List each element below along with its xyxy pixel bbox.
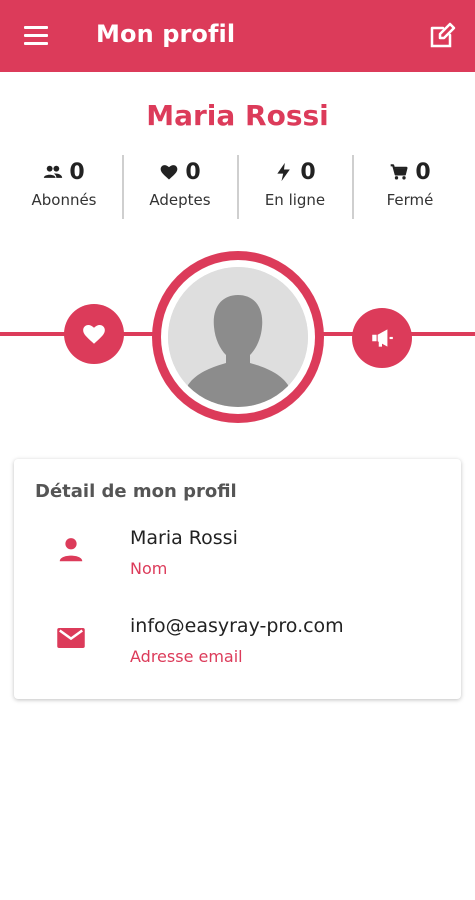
- page-title: Mon profil: [96, 20, 236, 48]
- people-icon: [44, 165, 63, 178]
- profile-detail-card: Détail de mon profil Maria Rossi Nom inf…: [14, 459, 461, 699]
- online-count: 0: [300, 159, 316, 185]
- name-value: Maria Rossi: [130, 527, 238, 549]
- fans-label: Adeptes: [149, 191, 211, 209]
- email-value: info@easyray-pro.com: [130, 615, 344, 637]
- stats-row: 0 Abonnés 0 Adeptes 0 En ligne 0 Fermé: [0, 155, 475, 219]
- avatar-ring: [152, 251, 324, 423]
- fans-count: 0: [185, 159, 201, 185]
- followers-label: Abonnés: [31, 191, 97, 209]
- closed-label: Fermé: [386, 191, 434, 209]
- profile-name: Maria Rossi: [146, 99, 329, 132]
- announce-button[interactable]: [352, 308, 412, 368]
- app-bar: Mon profil: [0, 0, 475, 72]
- email-label: Adresse email: [130, 647, 243, 666]
- person-icon: [59, 538, 83, 562]
- stat-followers[interactable]: 0 Abonnés: [8, 155, 120, 219]
- mail-icon: [57, 628, 85, 648]
- cart-icon: [391, 164, 408, 180]
- online-label: En ligne: [264, 191, 326, 209]
- detail-row-email[interactable]: info@easyray-pro.com Adresse email: [14, 615, 461, 675]
- hamburger-menu-icon[interactable]: [24, 25, 50, 47]
- name-label: Nom: [130, 559, 168, 578]
- stat-fans[interactable]: 0 Adeptes: [124, 155, 236, 219]
- megaphone-icon: [372, 329, 393, 347]
- heart-icon: [161, 165, 178, 180]
- avatar[interactable]: [168, 267, 308, 407]
- bolt-icon: [277, 162, 291, 182]
- detail-row-name[interactable]: Maria Rossi Nom: [14, 527, 461, 587]
- edit-icon[interactable]: [428, 22, 456, 50]
- closed-count: 0: [415, 159, 431, 185]
- default-avatar-icon: [168, 267, 308, 407]
- stat-closed[interactable]: 0 Fermé: [354, 155, 466, 219]
- stat-online[interactable]: 0 En ligne: [239, 155, 351, 219]
- favorite-button[interactable]: [64, 304, 124, 364]
- card-title: Détail de mon profil: [35, 481, 237, 502]
- followers-count: 0: [69, 159, 85, 185]
- heart-icon: [83, 325, 105, 344]
